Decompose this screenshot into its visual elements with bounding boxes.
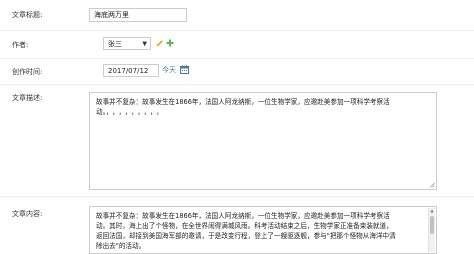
plus-icon[interactable]	[166, 39, 174, 47]
content-label: 文章内容:	[12, 210, 43, 218]
author-selected-value: 张三	[108, 39, 122, 48]
author-row: 作者: 张三 ▼	[0, 30, 474, 59]
chevron-down-icon: ▼	[142, 40, 147, 47]
scroll-up-icon[interactable]: ▲	[429, 208, 435, 214]
author-select[interactable]: 张三 ▼	[103, 37, 151, 50]
content-line: 故事并不复杂：故事发生在1866年，法国人阿龙纳斯，一位生物学家，应邀赴美参加一…	[96, 212, 390, 220]
pencil-icon[interactable]	[156, 39, 164, 47]
title-input[interactable]: 海底两万里	[89, 8, 187, 22]
resize-grip-icon[interactable]	[429, 182, 435, 188]
description-line: 故事并不复杂：故事发生在1866年，法国人阿龙纳斯，一位生物学家，应邀赴美参加一…	[96, 98, 390, 106]
scroll-thumb[interactable]	[430, 216, 434, 234]
content-line: 返回法国，却接到美国海军部的邀请，于是改变行程，登上了一艘驱逐舰，参与"把那个怪…	[96, 232, 396, 240]
description-textarea[interactable]: 故事并不复杂：故事发生在1866年，法国人阿龙纳斯，一位生物学家，应邀赴美参加一…	[89, 92, 437, 190]
title-label: 文章标题:	[12, 11, 43, 19]
description-row: 文章描述: 故事并不复杂：故事发生在1866年，法国人阿龙纳斯，一位生物学家，应…	[0, 84, 474, 197]
description-ellipsis: ，，，，，，，，，	[105, 108, 166, 116]
today-link[interactable]: 今天	[162, 65, 176, 75]
date-input[interactable]: 2017/07/12	[103, 64, 159, 77]
description-line-end: 动。	[96, 108, 106, 116]
created-label: 创作时间:	[12, 68, 43, 76]
content-textarea[interactable]: 故事并不复杂：故事发生在1866年，法国人阿龙纳斯，一位生物学家，应邀赴美参加一…	[89, 206, 437, 254]
title-row: 文章标题: 海底两万里	[0, 0, 474, 31]
content-line: 动。其时，海上出了个怪物，在全世界闹得满城风雨。科考活动结束之后，生物学家正准备…	[96, 222, 393, 230]
description-line: 动。，，，，，，，，，	[96, 107, 430, 117]
created-row: 创作时间: 2017/07/12 今天	[0, 58, 474, 85]
calendar-icon[interactable]	[180, 65, 189, 74]
content-scrollbar[interactable]: ▲	[428, 208, 435, 252]
author-label: 作者:	[12, 41, 29, 49]
content-row: 文章内容: 故事并不复杂：故事发生在1866年，法国人阿龙纳斯，一位生物学家，应…	[0, 196, 474, 254]
description-label: 文章描述:	[12, 94, 43, 102]
